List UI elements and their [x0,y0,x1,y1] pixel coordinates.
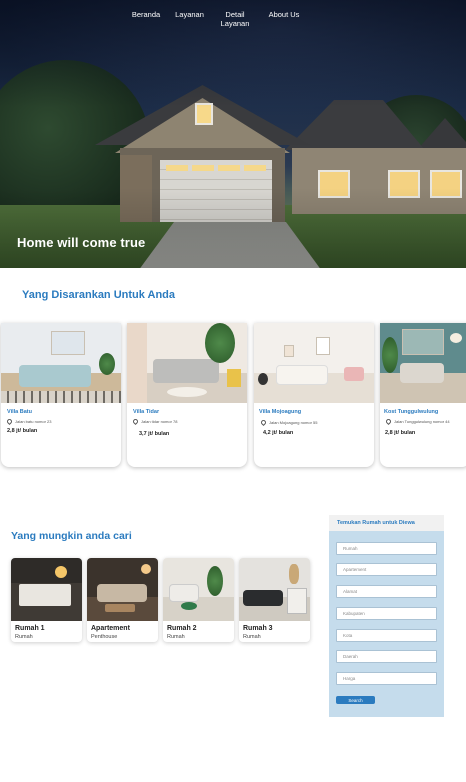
search-harga-input[interactable] [336,672,437,685]
location-pin-icon [131,418,140,426]
property-address: Jalan Tunggulwulung nomor 44 [384,418,450,426]
property-name: Villa Mojoagung [259,409,302,415]
property-type: Rumah [167,634,185,640]
recommended-title: Yang Disarankan Untuk Anda [22,289,176,301]
property-address: Jalan Mojoagung nomor 55 [259,419,318,427]
nav-layanan[interactable]: Layanan [173,10,206,19]
address-text: Jalan Tunggulwulung nomor 44 [394,419,450,424]
property-price: 2,8 jt/ bulan [385,430,416,436]
property-photo [1,323,121,403]
property-card[interactable]: Rumah 1 Rumah [11,558,82,642]
location-pin-icon [5,418,14,426]
recommended-card[interactable]: Villa Tidar Jalan tidar nomor 78 3,7 jt/… [127,323,247,467]
search-rumah-input[interactable] [336,542,437,555]
recommended-card[interactable]: Kost Tunggulwulung Jalan Tunggulwulung n… [380,323,466,467]
search-panel: Temukan Rumah untuk Diewa Search [329,515,444,717]
hero-title: Home will come true [17,235,146,250]
property-title: Rumah 1 [15,625,45,632]
search-kabupaten-input[interactable] [336,607,437,620]
address-text: Jalan tidar nomor 78 [141,419,178,424]
search-panel-title: Temukan Rumah untuk Diewa [337,520,415,526]
address-text: Jalan Mojoagung nomor 55 [269,420,318,425]
location-pin-icon [384,418,393,426]
property-title: Apartement [91,625,130,632]
property-price: 2,8 jt/ bulan [7,428,38,434]
property-name: Kost Tunggulwulung [384,409,439,415]
property-type: Penthouse [91,634,118,640]
property-photo [163,558,234,621]
search-alamat-input[interactable] [336,585,437,598]
property-name: Villa Batu [7,409,32,415]
nav-beranda[interactable]: Beranda [130,10,162,19]
property-card[interactable]: Rumah 2 Rumah [163,558,234,642]
search-kota-input[interactable] [336,629,437,642]
hero-overlay [0,0,466,268]
property-photo [87,558,158,621]
property-type: Rumah [243,634,261,640]
property-address: Jalan tidar nomor 78 [131,418,178,426]
maybe-title: Yang mungkin anda cari [11,530,132,542]
hero-banner: Beranda Layanan Detail Layanan About Us … [0,0,466,268]
nav-detail-layanan[interactable]: Detail Layanan [219,10,251,28]
property-photo [254,323,374,403]
address-text: Jalan batu nomor 23 [15,419,52,424]
nav-about-us[interactable]: About Us [266,10,302,19]
property-price: 3,7 jt/ bulan [139,431,170,437]
recommended-card[interactable]: Villa Batu Jalan batu nomor 23 2,8 jt/ b… [1,323,121,467]
search-daerah-input[interactable] [336,650,437,663]
property-card[interactable]: Rumah 3 Rumah [239,558,310,642]
search-apartement-input[interactable] [336,563,437,576]
property-card[interactable]: Apartement Penthouse [87,558,158,642]
search-button[interactable]: Search [336,696,375,704]
property-name: Villa Tidar [133,409,160,415]
property-price: 4,2 jt/ bulan [263,430,294,436]
search-panel-header: Temukan Rumah untuk Diewa [329,515,444,531]
property-type: Rumah [15,634,33,640]
top-nav: Beranda Layanan Detail Layanan About Us [0,0,466,30]
property-address: Jalan batu nomor 23 [5,418,52,426]
property-title: Rumah 2 [167,625,197,632]
property-photo [380,323,466,403]
property-title: Rumah 3 [243,625,273,632]
location-pin-icon [259,419,268,427]
property-photo [239,558,310,621]
recommended-card[interactable]: Villa Mojoagung Jalan Mojoagung nomor 55… [254,323,374,467]
property-photo [127,323,247,403]
property-photo [11,558,82,621]
